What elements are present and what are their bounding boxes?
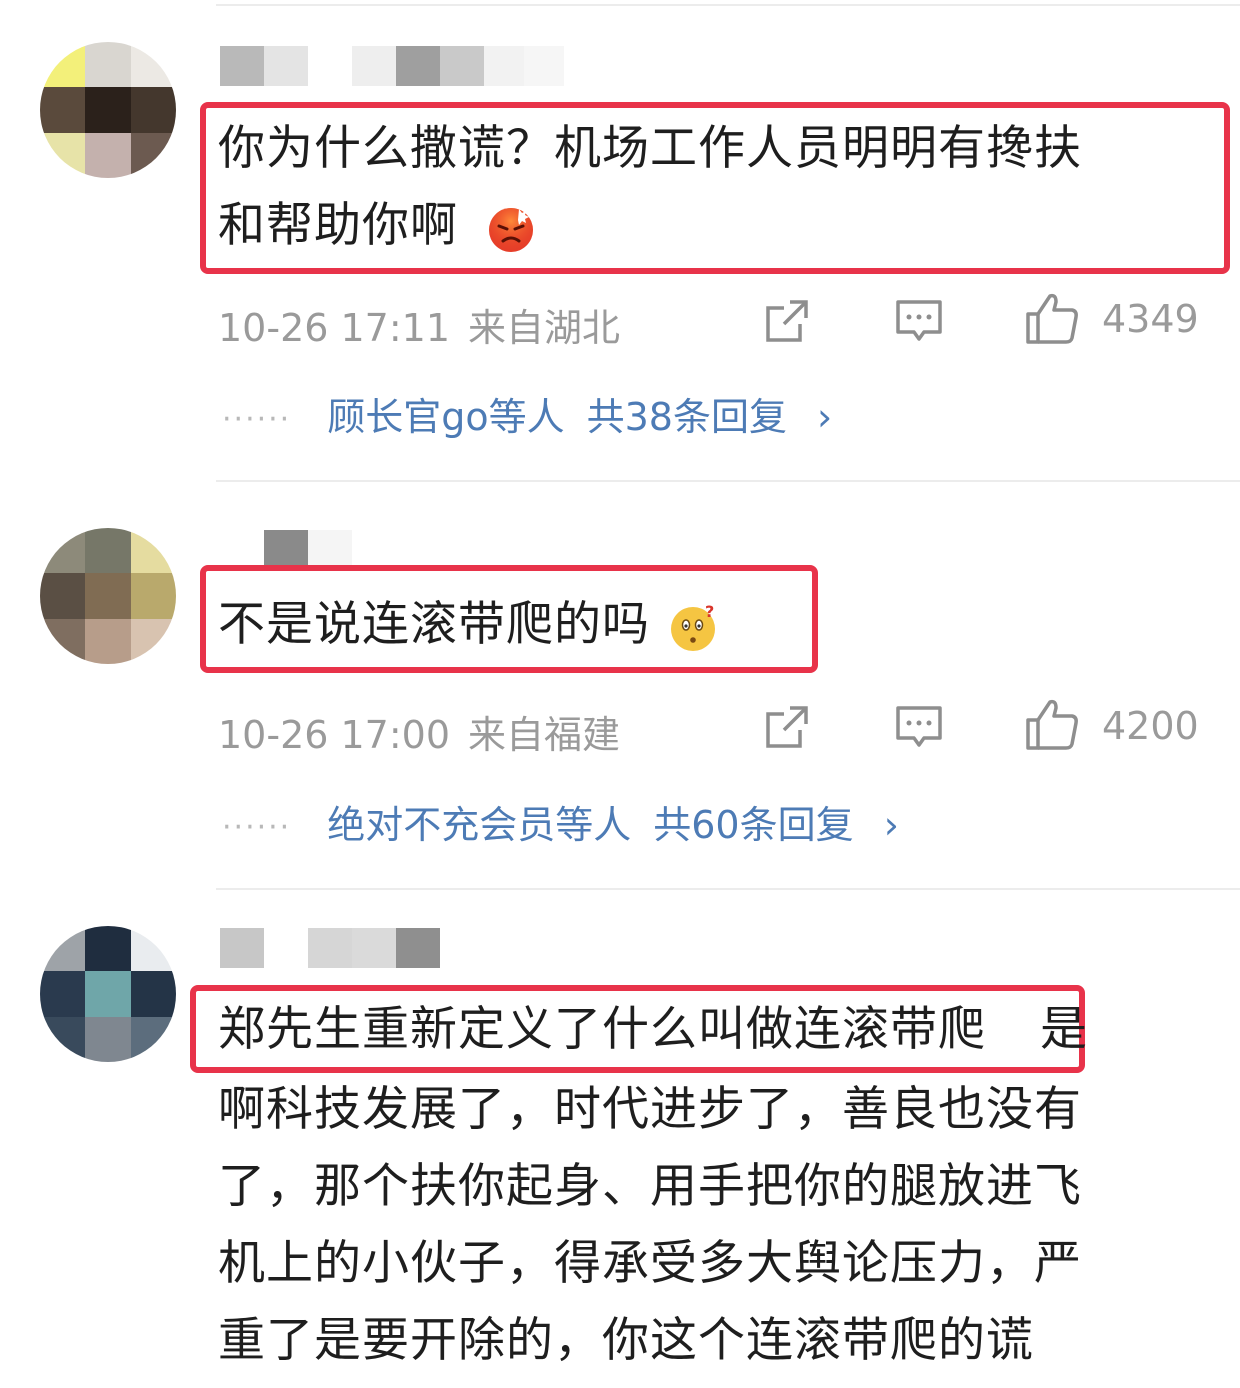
comment-meta: 10-26 17:11 来自湖北 xyxy=(218,297,620,352)
comment-text-line: 不是说连滚带爬的吗 ? xyxy=(218,586,718,663)
like-count: 4200 xyxy=(1102,704,1199,748)
comment-location: 来自湖北 xyxy=(468,306,621,350)
reply-total[interactable]: 共60条回复 xyxy=(653,803,853,847)
comment-text-line: 啊科技发展了，时代进步了，善良也没有 xyxy=(218,1082,1082,1137)
reply-dots: ······ xyxy=(222,402,292,437)
comment-text-line: 和帮助你啊 xyxy=(218,198,458,253)
reply-users[interactable]: 顾长官go等人 xyxy=(327,395,564,439)
comment-text-line: 和帮助你啊 xyxy=(218,187,536,264)
username-blurred[interactable] xyxy=(220,46,564,86)
username-blurred[interactable] xyxy=(220,928,440,968)
reply-total[interactable]: 共38条回复 xyxy=(587,395,787,439)
comment-text-line: 你为什么撒谎？机场工作人员明明有搀扶 xyxy=(218,121,1082,176)
avatar[interactable] xyxy=(40,528,176,664)
like-icon[interactable] xyxy=(1024,290,1080,346)
comment-icon[interactable] xyxy=(894,296,944,346)
reply-summary[interactable]: ······ 顾长官go等人 共38条回复 › xyxy=(222,386,832,441)
angry-face-icon xyxy=(488,207,533,252)
comment-location: 来自福建 xyxy=(468,713,621,757)
comment-icon[interactable] xyxy=(894,702,944,752)
chevron-right-icon[interactable]: › xyxy=(884,803,899,847)
comment-text-line: 郑先生重新定义了什么叫做连滚带爬是 xyxy=(218,991,1088,1068)
comment-text-line: 机上的小伙子，得承受多大舆论压力，严 xyxy=(218,1236,1082,1291)
chevron-right-icon[interactable]: › xyxy=(817,395,832,439)
divider xyxy=(216,480,1240,482)
comment-time: 10-26 17:00 xyxy=(218,713,451,757)
svg-text:?: ? xyxy=(705,603,715,621)
avatar[interactable] xyxy=(40,42,176,178)
confused-face-icon: ? xyxy=(670,603,715,651)
reply-users[interactable]: 绝对不充会员等人 xyxy=(327,803,631,847)
reply-summary[interactable]: ······ 绝对不充会员等人 共60条回复 › xyxy=(222,794,899,849)
comment-time: 10-26 17:11 xyxy=(218,306,451,350)
like-count: 4349 xyxy=(1102,297,1199,341)
comment-text: 是 xyxy=(1040,1002,1088,1057)
comment-meta: 10-26 17:00 来自福建 xyxy=(218,704,620,759)
share-icon[interactable] xyxy=(762,296,812,346)
comment-text-line: 了，那个扶你起身、用手把你的腿放进飞 xyxy=(218,1159,1082,1214)
divider xyxy=(216,888,1240,890)
avatar[interactable] xyxy=(40,926,176,1062)
comment-text-highlight: 郑先生重新定义了什么叫做连滚带爬 xyxy=(218,1002,986,1057)
comment-text: 不是说连滚带爬的吗 xyxy=(218,597,650,652)
divider-top xyxy=(216,4,1240,6)
username-blurred[interactable] xyxy=(220,530,352,570)
like-icon[interactable] xyxy=(1024,696,1080,752)
share-icon[interactable] xyxy=(762,702,812,752)
reply-dots: ······ xyxy=(222,810,292,845)
comment-text-line: 重了是要开除的，你这个连滚带爬的谎 xyxy=(218,1313,1034,1368)
